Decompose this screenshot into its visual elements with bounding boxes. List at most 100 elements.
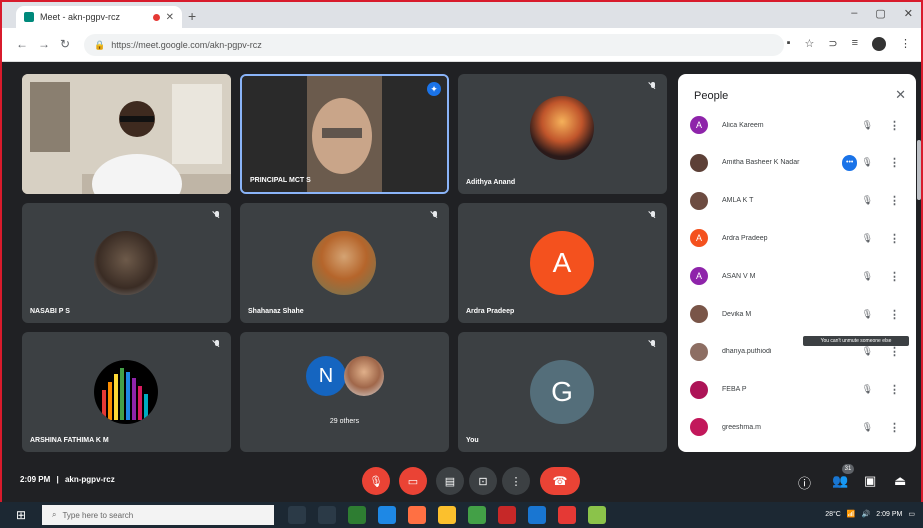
camera-indicator-icon[interactable]: ▪	[787, 37, 791, 51]
participant-row[interactable]: greeshma.m 🎙 ⋮	[690, 412, 900, 442]
chrome-icon[interactable]	[468, 506, 486, 524]
activities-icon[interactable]: ⏏	[894, 473, 906, 489]
browser-tab[interactable]: Meet - akn-pgpv-rcz ✕	[16, 6, 182, 28]
more-options-icon[interactable]: ⋮	[889, 421, 900, 434]
participant-row[interactable]: AMLA K T 🎙 ⋮	[690, 186, 900, 216]
more-options-icon[interactable]: ⋮	[889, 308, 900, 321]
more-options-icon[interactable]: ⋮	[889, 156, 900, 169]
more-options-icon[interactable]: ⋮	[889, 194, 900, 207]
camera-off-button[interactable]: ▭	[399, 467, 427, 495]
participant-avatar	[690, 342, 708, 361]
profile-avatar[interactable]	[872, 37, 886, 51]
participant-tile[interactable]: Shahanaz Shahe	[240, 203, 449, 323]
participant-tile[interactable]: NASABI P S	[22, 203, 231, 323]
tile-name: ARSHINA FATHIMA K M	[30, 437, 109, 444]
browser-tab-bar: Meet - akn-pgpv-rcz ✕ + – ▢ ✕	[2, 2, 921, 28]
participant-avatar	[94, 231, 158, 295]
leave-call-button[interactable]: ☎	[540, 467, 580, 495]
reload-icon[interactable]: ↻	[60, 37, 70, 51]
star-icon[interactable]: ☆	[804, 37, 814, 51]
app-icon[interactable]	[558, 506, 576, 524]
new-tab-button[interactable]: +	[188, 8, 196, 24]
meeting-separator: |	[56, 475, 59, 484]
participant-row[interactable]: Devika M 🎙 ⋮	[690, 299, 900, 329]
participant-avatar	[690, 153, 708, 172]
participant-row[interactable]: A Alica Kareem 🎙 ⋮	[690, 110, 900, 140]
back-icon[interactable]: ←	[16, 37, 28, 51]
participant-row[interactable]: A ASAN V M 🎙 ⋮	[690, 261, 900, 291]
participant-avatar	[690, 191, 708, 210]
explorer-icon[interactable]	[438, 506, 456, 524]
participant-name: FEBA P	[722, 386, 747, 394]
participant-avatar: A	[530, 231, 594, 295]
participant-tile[interactable]: N 29 others	[240, 332, 449, 452]
participant-tile[interactable]: A Ardra Pradeep	[458, 203, 667, 323]
muted-mic-icon: 🎙	[861, 232, 873, 243]
tile-name: You	[466, 437, 479, 444]
window-controls: – ▢ ✕	[851, 7, 913, 20]
extensions-icon[interactable]: ⊃	[828, 37, 837, 51]
search-placeholder: Type here to search	[62, 510, 134, 520]
clock[interactable]: 2:09 PM	[876, 511, 902, 518]
more-options-icon[interactable]: ⋮	[889, 232, 900, 245]
more-options-icon[interactable]: ⋮	[889, 270, 900, 283]
more-options-button[interactable]: ⋮	[502, 467, 530, 495]
captions-icon: ▤	[444, 475, 456, 488]
edge-icon[interactable]	[378, 506, 396, 524]
taskbar-search-input[interactable]: ⌕ Type here to search	[42, 505, 274, 525]
more-options-icon[interactable]: ⋮	[889, 383, 900, 396]
notifications-icon[interactable]: ▭	[908, 510, 915, 518]
participant-row[interactable]: A Ardra Pradeep 🎙 ⋮	[690, 223, 900, 253]
more-options-icon[interactable]: ⋮	[889, 345, 900, 358]
forward-icon[interactable]: →	[38, 37, 50, 51]
muted-mic-icon	[213, 340, 221, 350]
chrome-active-icon[interactable]	[588, 506, 606, 524]
participant-tile[interactable]	[22, 74, 231, 194]
more-icon[interactable]: ⋮	[900, 37, 911, 51]
chat-icon[interactable]: ▣	[864, 473, 876, 489]
participant-name: Devika M	[722, 310, 752, 318]
close-icon[interactable]: ✕	[895, 87, 906, 103]
meeting-code: akn-pgpv-rcz	[64, 475, 115, 484]
participant-count-badge: 31	[842, 464, 854, 474]
taskbar-apps	[288, 506, 606, 524]
close-window-button[interactable]: ✕	[904, 7, 913, 20]
volume-icon[interactable]: 🔊	[862, 510, 871, 518]
network-icon[interactable]: 📶	[847, 510, 856, 518]
mic-off-button[interactable]: 🎙	[362, 467, 390, 495]
app-icon[interactable]	[348, 506, 366, 524]
recording-dot-icon	[152, 13, 160, 21]
tile-name: Shahanaz Shahe	[248, 308, 304, 315]
meeting-details-icon[interactable]: ⓘ	[798, 473, 811, 492]
firefox-icon[interactable]	[408, 506, 426, 524]
hang-up-icon: ☎	[552, 474, 568, 488]
minimize-button[interactable]: –	[851, 7, 857, 20]
maximize-button[interactable]: ▢	[875, 7, 885, 20]
pin-icon[interactable]: ✦	[427, 82, 441, 96]
cortana-icon[interactable]	[288, 506, 306, 524]
participant-tile[interactable]: ARSHINA FATHIMA K M	[22, 332, 231, 452]
url-input[interactable]: 🔒 https://meet.google.com/akn-pgpv-rcz	[84, 34, 784, 56]
participant-row[interactable]: FEBA P 🎙 ⋮	[690, 375, 900, 405]
people-icon[interactable]: 👥	[832, 473, 848, 489]
present-button[interactable]: ⊡	[469, 467, 497, 495]
participant-name: greeshma.m	[722, 423, 761, 431]
camera-off-icon: ▭	[407, 475, 419, 488]
participant-avatar: A	[690, 116, 708, 134]
opera-icon[interactable]	[498, 506, 516, 524]
windows-start-icon[interactable]: ⊞	[16, 508, 26, 522]
participant-tile[interactable]: G You	[458, 332, 667, 452]
participant-avatar	[530, 96, 594, 160]
task-view-icon[interactable]	[318, 506, 336, 524]
tab-close-icon[interactable]: ✕	[166, 12, 174, 23]
people-scrollbar[interactable]	[917, 140, 921, 200]
participant-tile[interactable]: Adithya Anand	[458, 74, 667, 194]
principal-video-feed	[242, 76, 447, 192]
participant-tile[interactable]: ✦ PRINCIPAL MCT S	[240, 74, 449, 194]
app-icon[interactable]	[528, 506, 546, 524]
participant-row[interactable]: Amitha Basheer K Nadar ••• 🎙 ⋮	[690, 148, 900, 178]
room-video-feed	[22, 74, 231, 194]
captions-button[interactable]: ▤	[436, 467, 464, 495]
menu-list-icon[interactable]: ≡	[852, 37, 858, 51]
more-options-icon[interactable]: ⋮	[889, 119, 900, 132]
